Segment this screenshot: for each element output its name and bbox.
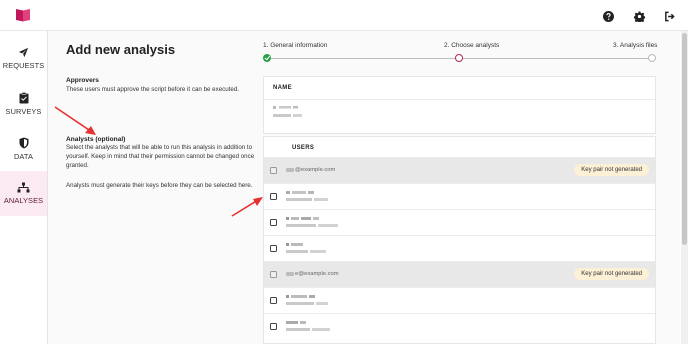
send-icon (18, 47, 29, 58)
step-label-analysis-files: 3. Analysis files (613, 42, 658, 49)
help-icon[interactable] (601, 9, 615, 23)
top-bar (0, 0, 688, 31)
scrollbar-thumb[interactable] (682, 33, 687, 245)
analysts-title: Analysts (optional) (66, 136, 126, 143)
app-logo[interactable] (15, 7, 31, 23)
table-row: @example.com Key pair not generated (264, 157, 655, 183)
redacted-user (286, 321, 330, 331)
sidebar-item-label: REQUESTS (2, 61, 45, 70)
analysts-description: Select the analysts that will be able to… (66, 144, 255, 169)
gear-icon[interactable] (632, 9, 646, 23)
redacted-user (286, 295, 328, 305)
row-checkbox[interactable] (270, 297, 277, 304)
table-row[interactable] (264, 209, 655, 235)
approvers-title: Approvers (66, 77, 99, 84)
user-email: @example.com (286, 167, 335, 173)
sidebar-item-data[interactable]: DATA (0, 126, 47, 171)
sidebar-item-label: SURVEYS (5, 106, 42, 116)
redacted-text (286, 168, 294, 172)
sidebar-item-analyses[interactable]: ANALYSES (0, 171, 47, 216)
table-row[interactable] (264, 287, 655, 313)
step-label-choose-analysts: 2. Choose analysts (444, 42, 500, 49)
row-checkbox (270, 167, 277, 174)
user-email: e@example.com (286, 271, 339, 277)
analysts-note: Analysts must generate their keys before… (66, 182, 253, 189)
redacted-user (286, 191, 328, 201)
redacted-user (286, 243, 326, 253)
redacted-approver-name (273, 106, 302, 117)
sidebar: REQUESTS SURVEYS DATA ANALYSES (0, 31, 48, 344)
row-checkbox[interactable] (270, 245, 277, 252)
row-checkbox[interactable] (270, 323, 277, 330)
row-checkbox[interactable] (270, 219, 277, 226)
users-column-header: USERS (292, 145, 315, 151)
logout-icon[interactable] (662, 9, 676, 23)
shield-icon (19, 137, 28, 148)
row-checkbox[interactable] (270, 193, 277, 200)
status-badge: Key pair not generated (574, 268, 649, 280)
divider (264, 99, 655, 100)
network-icon (17, 182, 30, 193)
step-pending-dot (648, 54, 656, 62)
approvers-table: NAME (263, 76, 656, 134)
clipboard-icon (19, 91, 28, 103)
table-row: e@example.com Key pair not generated (264, 261, 655, 287)
sidebar-item-requests[interactable]: REQUESTS (0, 36, 47, 81)
step-done-check-icon (263, 54, 271, 62)
redacted-text (286, 272, 294, 276)
approvers-description: These users must approve the script befo… (66, 86, 239, 93)
row-checkbox (270, 271, 277, 278)
sidebar-item-label: ANALYSES (3, 196, 44, 205)
table-row[interactable] (264, 313, 655, 339)
analysts-table: USERS @example.com Key pair not generate… (263, 136, 656, 344)
step-current-dot (455, 54, 463, 62)
redacted-user (286, 217, 338, 227)
page-title: Add new analysis (66, 42, 176, 57)
table-row[interactable] (264, 183, 655, 209)
approvers-column-header: NAME (273, 85, 292, 91)
progress-stepper: 1. General information 2. Choose analyst… (263, 42, 658, 66)
step-label-general-information: 1. General information (263, 42, 328, 49)
status-badge: Key pair not generated (574, 164, 649, 176)
sidebar-item-label: DATA (13, 151, 33, 161)
scrollbar[interactable] (681, 31, 688, 344)
table-row[interactable] (264, 235, 655, 261)
sidebar-item-surveys[interactable]: SURVEYS (0, 81, 47, 126)
